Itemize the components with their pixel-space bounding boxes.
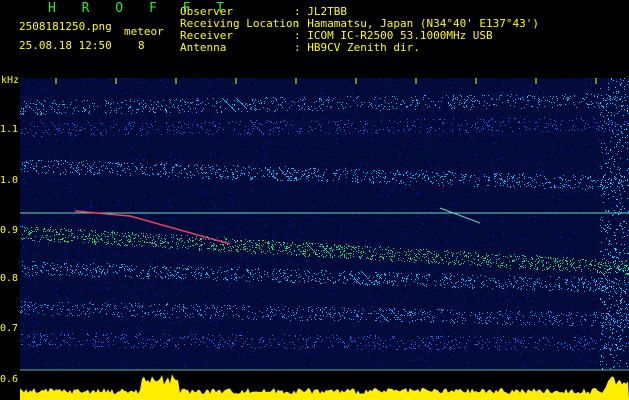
y-tick-label: 0.8 — [0, 273, 19, 284]
antenna-label: Antenna — [180, 41, 227, 54]
image-filename: 2508181250.png — [19, 20, 112, 33]
y-axis-unit: kHz — [1, 75, 20, 86]
header-panel: H R O F F T 2508181250.png 25.08.18 12:5… — [0, 0, 629, 86]
y-tick-label: 0.6 — [0, 374, 19, 385]
spectrogram-display — [20, 78, 629, 400]
y-tick-label: 1.1 — [0, 124, 19, 135]
y-tick-label: 0.7 — [0, 323, 19, 334]
signal-level-trace — [20, 374, 629, 400]
antenna-value: : HB9CV Zenith dir. — [294, 41, 420, 54]
meteor-label: meteor — [124, 25, 164, 38]
image-datetime: 25.08.18 12:50 — [19, 39, 112, 52]
y-tick-label: 0.9 — [0, 225, 19, 236]
meteor-count: 8 — [138, 39, 145, 52]
spectrogram-noise — [20, 78, 629, 370]
y-tick-label: 1.0 — [0, 175, 19, 186]
